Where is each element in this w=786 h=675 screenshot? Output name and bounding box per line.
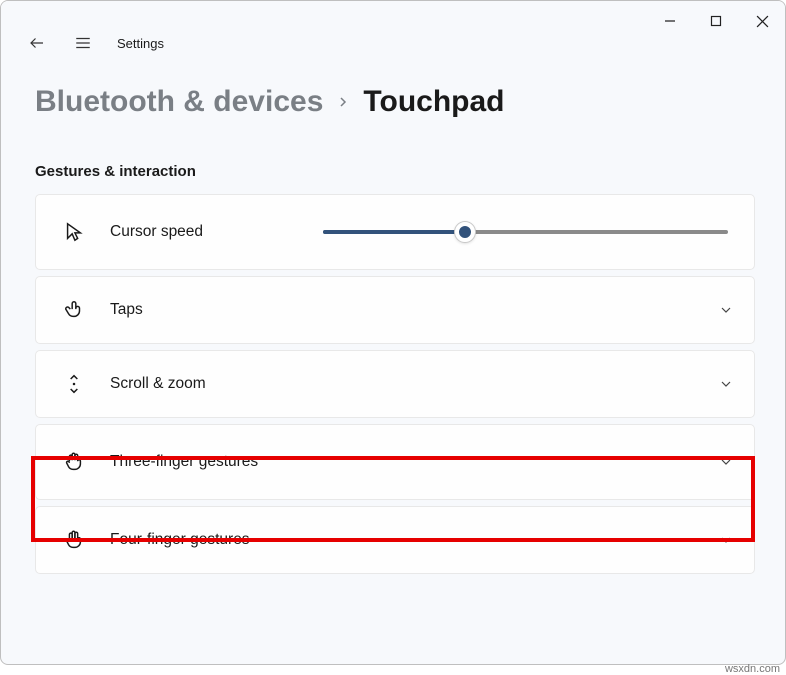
chevron-right-icon: [337, 94, 349, 110]
breadcrumb-current: Touchpad: [363, 85, 504, 119]
scroll-zoom-label: Scroll & zoom: [110, 375, 206, 393]
taps-card[interactable]: Taps: [35, 276, 755, 344]
four-finger-card[interactable]: Four-finger gestures: [35, 506, 755, 574]
breadcrumb-parent[interactable]: Bluetooth & devices: [35, 85, 323, 119]
three-finger-card[interactable]: Three-finger gestures: [35, 424, 755, 500]
section-title: Gestures & interaction: [35, 163, 755, 180]
watermark: wsxdn.com: [725, 663, 780, 675]
settings-window: Settings Bluetooth & devices Touchpad Ge…: [0, 0, 786, 665]
chevron-down-icon: [718, 376, 734, 392]
chevron-down-icon: [718, 302, 734, 318]
four-finger-label: Four-finger gestures: [110, 531, 250, 549]
scroll-zoom-card[interactable]: Scroll & zoom: [35, 350, 755, 418]
hand-icon: [60, 448, 88, 476]
hand-icon: [60, 526, 88, 554]
cursor-icon: [60, 218, 88, 246]
chevron-down-icon: [718, 454, 734, 470]
breadcrumb: Bluetooth & devices Touchpad: [35, 85, 755, 119]
maximize-button[interactable]: [693, 1, 739, 41]
app-title: Settings: [117, 36, 164, 51]
chevron-down-icon: [718, 532, 734, 548]
back-button[interactable]: [25, 31, 49, 55]
close-button[interactable]: [739, 1, 785, 41]
cursor-speed-label: Cursor speed: [110, 223, 203, 241]
three-finger-label: Three-finger gestures: [110, 453, 258, 471]
minimize-button[interactable]: [647, 1, 693, 41]
content-area: Bluetooth & devices Touchpad Gestures & …: [1, 57, 785, 574]
cursor-speed-slider[interactable]: [323, 222, 728, 242]
scroll-icon: [60, 370, 88, 398]
taps-label: Taps: [110, 301, 143, 319]
tap-icon: [60, 296, 88, 324]
menu-button[interactable]: [71, 31, 95, 55]
cursor-speed-card: Cursor speed: [35, 194, 755, 270]
